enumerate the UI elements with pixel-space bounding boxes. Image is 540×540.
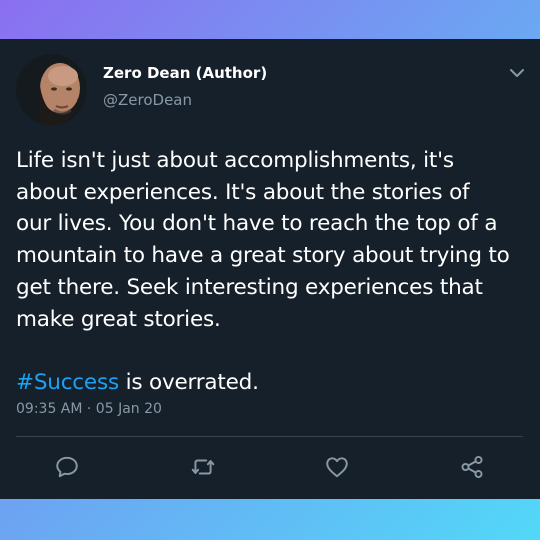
tweet-text-line: #Success is overrated.: [16, 367, 526, 399]
author-name[interactable]: Zero Dean (Author): [103, 64, 267, 82]
tweet-text-line: make great stories.: [16, 306, 221, 332]
hashtag-link[interactable]: #Success: [16, 370, 119, 395]
tweet-text-line: Life isn't just about accomplishments, i…: [16, 148, 454, 173]
share-icon: [461, 455, 483, 479]
tweet-text: Life isn't just about accomplishments, i…: [16, 145, 526, 399]
reply-icon: [56, 456, 78, 478]
tweet-card: Zero Dean (Author) @ZeroDean Life isn't …: [0, 39, 540, 499]
reply-button[interactable]: [52, 452, 82, 482]
retweet-icon: [191, 459, 215, 475]
tweet-text-line: our lives. You don't have to reach the t…: [16, 211, 498, 237]
tweet-text-line: about experiences. It's about the storie…: [16, 179, 470, 205]
author-avatar[interactable]: [16, 54, 87, 125]
tweet-text-line: get there. Seek interesting experiences …: [16, 274, 483, 300]
chevron-down-icon[interactable]: [507, 65, 527, 81]
retweet-button[interactable]: [188, 452, 218, 482]
heart-icon: [326, 457, 348, 478]
like-button[interactable]: [322, 452, 352, 482]
divider: [16, 436, 523, 437]
tweet-text-line: mountain to have a great story about try…: [16, 243, 510, 269]
share-button[interactable]: [457, 452, 487, 482]
tweet-text-tail: is overrated.: [118, 369, 259, 395]
author-handle[interactable]: @ZeroDean: [103, 91, 192, 109]
tweet-timestamp[interactable]: 09:35 AM · 05 Jan 20: [16, 401, 162, 417]
